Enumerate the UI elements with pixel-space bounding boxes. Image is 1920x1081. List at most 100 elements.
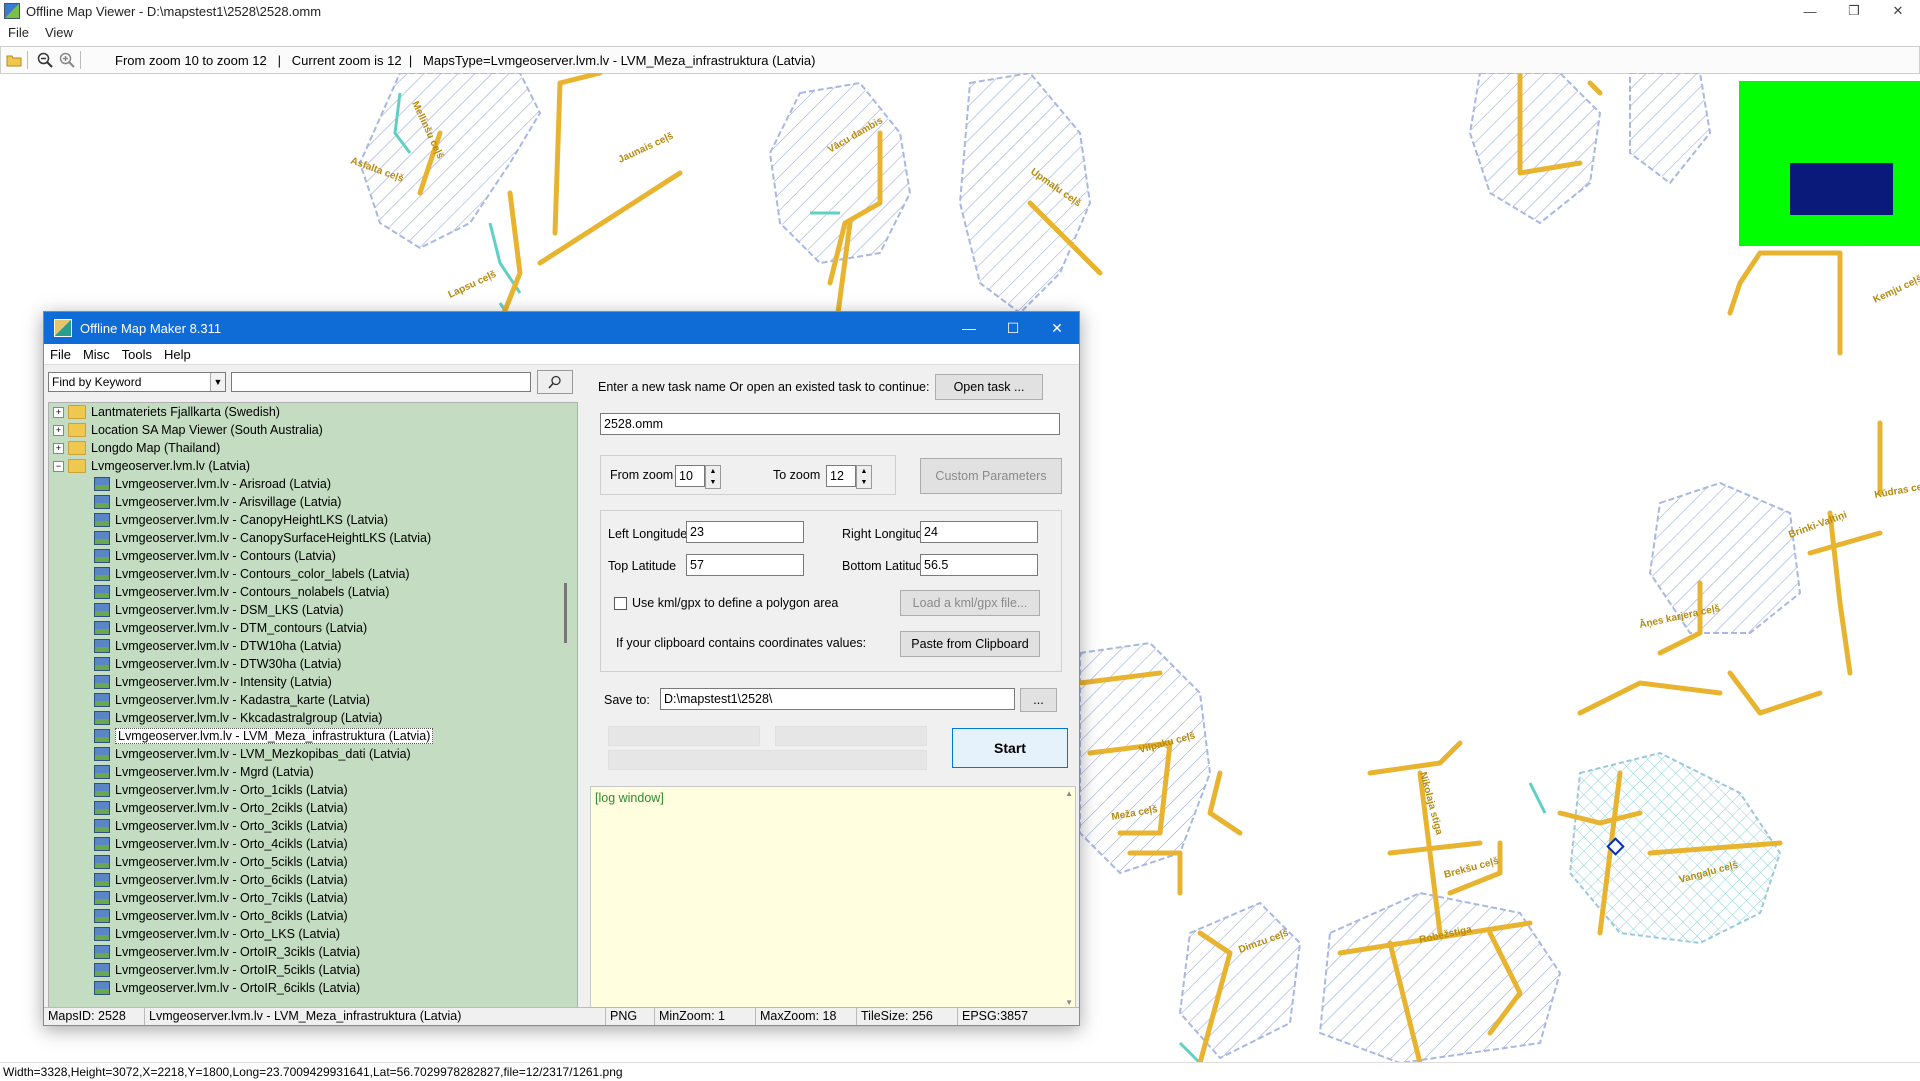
- task-name-input[interactable]: 2528.omm: [600, 413, 1060, 435]
- tree-item[interactable]: Lvmgeoserver.lvm.lv - Orto_5cikls (Latvi…: [49, 853, 577, 871]
- dialog-close-icon[interactable]: ✕: [1035, 312, 1079, 344]
- kml-checkbox-label: Use kml/gpx to define a polygon area: [632, 596, 839, 610]
- expand-icon[interactable]: +: [53, 406, 64, 418]
- tree-item[interactable]: Lvmgeoserver.lvm.lv - Intensity (Latvia): [49, 673, 577, 691]
- top-latitude-input[interactable]: 57: [686, 554, 804, 576]
- dialog-menu-misc[interactable]: Misc: [77, 347, 116, 362]
- tree-item[interactable]: Lvmgeoserver.lvm.lv - Orto_6cikls (Latvi…: [49, 871, 577, 889]
- tree-item[interactable]: Lvmgeoserver.lvm.lv - Contours_nolabels …: [49, 583, 577, 601]
- from-zoom-input[interactable]: 10: [675, 465, 705, 487]
- overview-viewport[interactable]: [1790, 163, 1893, 215]
- map-layer-icon: [94, 567, 110, 581]
- scroll-down-icon: ▼: [1065, 998, 1073, 1007]
- map-layer-icon: [94, 927, 110, 941]
- tree-item[interactable]: Lvmgeoserver.lvm.lv - Orto_7cikls (Latvi…: [49, 889, 577, 907]
- top-latitude-label: Top Latitude: [608, 559, 677, 573]
- tree-item[interactable]: Lvmgeoserver.lvm.lv - CanopySurfaceHeigh…: [49, 529, 577, 547]
- map-layer-icon: [94, 963, 110, 977]
- tree-item[interactable]: Lvmgeoserver.lvm.lv - DTM_contours (Latv…: [49, 619, 577, 637]
- right-longitude-input[interactable]: 24: [920, 521, 1038, 543]
- map-layer-icon: [94, 675, 110, 689]
- menu-file[interactable]: File: [0, 25, 37, 40]
- expand-icon[interactable]: +: [53, 442, 64, 454]
- open-folder-icon[interactable]: [5, 51, 23, 69]
- tree-item[interactable]: Lvmgeoserver.lvm.lv - Orto_2cikls (Latvi…: [49, 799, 577, 817]
- restore-icon[interactable]: ❐: [1832, 0, 1876, 22]
- tree-item-label: Lvmgeoserver.lvm.lv - OrtoIR_3cikls (Lat…: [115, 945, 361, 959]
- dialog-title: Offline Map Maker 8.311: [80, 320, 222, 336]
- tree-folder[interactable]: + Location SA Map Viewer (South Australia…: [49, 421, 577, 439]
- search-mode-value: Find by Keyword: [52, 375, 142, 389]
- map-layer-icon: [94, 891, 110, 905]
- tree-item[interactable]: Lvmgeoserver.lvm.lv - Contours (Latvia): [49, 547, 577, 565]
- dialog-menu-tools[interactable]: Tools: [116, 347, 158, 362]
- tree-item[interactable]: Lvmgeoserver.lvm.lv - Orto_1cikls (Latvi…: [49, 781, 577, 799]
- to-zoom-input[interactable]: 12: [826, 465, 856, 487]
- minimize-icon[interactable]: —: [1788, 0, 1832, 22]
- zoom-in-icon[interactable]: [58, 51, 76, 69]
- search-button[interactable]: [537, 370, 573, 394]
- map-label: Lapsu ceļš: [447, 269, 499, 301]
- tree-item[interactable]: Lvmgeoserver.lvm.lv - Contours_color_lab…: [49, 565, 577, 583]
- tree-item[interactable]: Lvmgeoserver.lvm.lv - Orto_8cikls (Latvi…: [49, 907, 577, 925]
- collapse-icon[interactable]: −: [53, 460, 64, 472]
- tree-folder[interactable]: + Lantmateriets Fjallkarta (Swedish): [49, 403, 577, 421]
- tree-item[interactable]: Lvmgeoserver.lvm.lv - Orto_4cikls (Latvi…: [49, 835, 577, 853]
- viewer-menu-bar: File View: [0, 22, 81, 42]
- dialog-title-bar[interactable]: Offline Map Maker 8.311 — ☐ ✕: [44, 312, 1079, 344]
- dialog-menu-bar: File Misc Tools Help: [44, 344, 1079, 365]
- to-zoom-stepper[interactable]: ▲ ▼: [856, 465, 872, 489]
- log-window[interactable]: [log window] ▲ ▼: [590, 786, 1076, 1010]
- open-task-button[interactable]: Open task ...: [935, 374, 1043, 400]
- tree-item[interactable]: Lvmgeoserver.lvm.lv - Arisroad (Latvia): [49, 475, 577, 493]
- tree-item[interactable]: Lvmgeoserver.lvm.lv - Orto_3cikls (Latvi…: [49, 817, 577, 835]
- tree-item[interactable]: Lvmgeoserver.lvm.lv - Kadastra_karte (La…: [49, 691, 577, 709]
- map-layer-icon: [94, 981, 110, 995]
- kml-checkbox[interactable]: [614, 597, 627, 610]
- tree-item[interactable]: Lvmgeoserver.lvm.lv - DSM_LKS (Latvia): [49, 601, 577, 619]
- from-zoom-label: From zoom: [610, 468, 674, 482]
- tree-item[interactable]: Lvmgeoserver.lvm.lv - DTW10ha (Latvia): [49, 637, 577, 655]
- dialog-menu-help[interactable]: Help: [158, 347, 197, 362]
- tree-item[interactable]: Lvmgeoserver.lvm.lv - LVM_Meza_infrastru…: [49, 727, 577, 745]
- search-mode-select[interactable]: Find by Keyword ▼: [48, 372, 226, 392]
- dialog-menu-file[interactable]: File: [44, 347, 77, 362]
- tree-item[interactable]: Lvmgeoserver.lvm.lv - Mgrd (Latvia): [49, 763, 577, 781]
- left-longitude-input[interactable]: 23: [686, 521, 804, 543]
- paste-clipboard-button[interactable]: Paste from Clipboard: [900, 631, 1040, 657]
- start-button[interactable]: Start: [952, 728, 1068, 768]
- log-scrollbar[interactable]: ▲ ▼: [1061, 787, 1075, 1009]
- menu-view[interactable]: View: [37, 25, 81, 40]
- viewer-title-bar: Offline Map Viewer - D:\mapstest1\2528\2…: [0, 0, 1920, 22]
- clipboard-label: If your clipboard contains coordinates v…: [616, 636, 867, 650]
- chevron-down-icon[interactable]: ▼: [210, 373, 225, 391]
- tree-item[interactable]: Lvmgeoserver.lvm.lv - CanopyHeightLKS (L…: [49, 511, 577, 529]
- from-zoom-stepper[interactable]: ▲ ▼: [705, 465, 721, 489]
- search-input[interactable]: [231, 372, 531, 392]
- tree-item[interactable]: Lvmgeoserver.lvm.lv - LVM_Mezkopibas_dat…: [49, 745, 577, 763]
- tree-folder[interactable]: + Longdo Map (Thailand): [49, 439, 577, 457]
- dialog-minimize-icon[interactable]: —: [947, 312, 991, 344]
- tree-item[interactable]: Lvmgeoserver.lvm.lv - Kkcadastralgroup (…: [49, 709, 577, 727]
- tree-item-label: Lvmgeoserver.lvm.lv - DTM_contours (Latv…: [115, 621, 368, 635]
- tree-folder[interactable]: − Lvmgeoserver.lvm.lv (Latvia): [49, 457, 577, 475]
- close-icon[interactable]: ✕: [1876, 0, 1920, 22]
- save-to-input[interactable]: D:\mapstest1\2528\: [660, 688, 1015, 710]
- tree-item[interactable]: Lvmgeoserver.lvm.lv - Orto_LKS (Latvia): [49, 925, 577, 943]
- map-layer-icon: [94, 837, 110, 851]
- expand-icon[interactable]: +: [53, 424, 64, 436]
- tree-item[interactable]: Lvmgeoserver.lvm.lv - OrtoIR_6cikls (Lat…: [49, 979, 577, 997]
- dialog-maximize-icon[interactable]: ☐: [991, 312, 1035, 344]
- tree-item[interactable]: Lvmgeoserver.lvm.lv - Arisvillage (Latvi…: [49, 493, 577, 511]
- map-source-tree[interactable]: + Lantmateriets Fjallkarta (Swedish) + Loca…: [48, 402, 578, 1010]
- viewer-title: Offline Map Viewer - D:\mapstest1\2528\2…: [26, 3, 322, 19]
- tree-item[interactable]: Lvmgeoserver.lvm.lv - OrtoIR_3cikls (Lat…: [49, 943, 577, 961]
- custom-parameters-button[interactable]: Custom Parameters: [920, 458, 1062, 494]
- bottom-latitude-input[interactable]: 56.5: [920, 554, 1038, 576]
- tree-item[interactable]: Lvmgeoserver.lvm.lv - DTW30ha (Latvia): [49, 655, 577, 673]
- zoom-out-icon[interactable]: [36, 51, 54, 69]
- browse-button[interactable]: ...: [1020, 688, 1057, 712]
- tree-item[interactable]: Lvmgeoserver.lvm.lv - OrtoIR_5cikls (Lat…: [49, 961, 577, 979]
- load-kml-button[interactable]: Load a kml/gpx file...: [900, 590, 1040, 616]
- right-longitude-label: Right Longitude: [842, 527, 930, 541]
